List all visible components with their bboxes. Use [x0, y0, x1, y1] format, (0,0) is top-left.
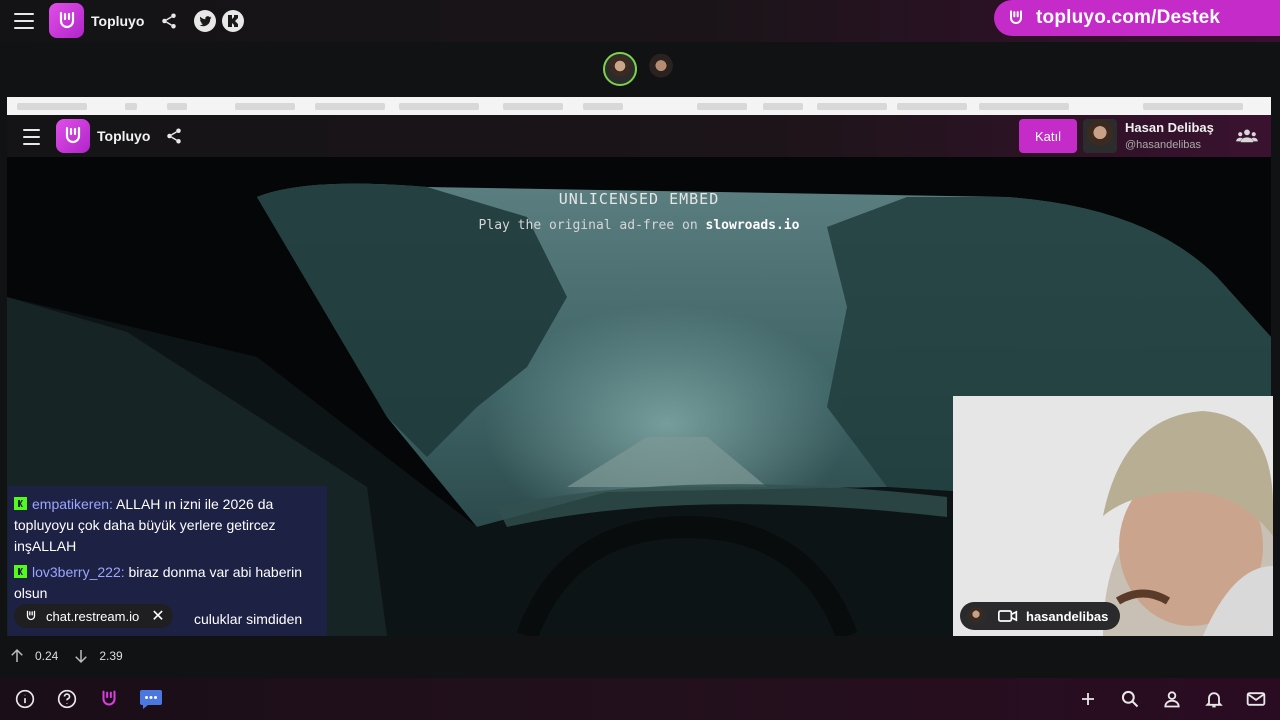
video-camera-icon	[998, 610, 1018, 622]
bandwidth-stats: 0.24 2.39	[8, 646, 123, 666]
slowroads-link[interactable]: slowroads.io	[706, 218, 800, 233]
mail-icon[interactable]	[1245, 688, 1267, 710]
webcam-username: hasandelibas	[1026, 608, 1109, 624]
destek-link-text: topluyo.com/Destek	[1036, 7, 1221, 28]
chat-message: lov3berry_222: biraz donma var abi haber…	[14, 562, 321, 604]
webcam-image	[953, 396, 1273, 636]
download-value: 2.39	[99, 649, 123, 663]
help-icon[interactable]	[56, 688, 78, 710]
kick-icon[interactable]	[222, 10, 244, 32]
participant-avatar[interactable]	[644, 52, 678, 86]
webcam-label[interactable]: hasandelibas	[960, 602, 1121, 630]
embed-title: UNLICENSED EMBED	[558, 190, 720, 208]
webcam-feed	[953, 396, 1273, 636]
embed-subtitle: Play the original ad-free on slowroads.i…	[7, 218, 1271, 233]
top-bar: Topluyo topluyo.com/Destek	[0, 0, 1280, 42]
kick-icon	[14, 565, 27, 578]
streamer-handle: @hasandelibas	[1125, 139, 1201, 151]
upload-value: 0.24	[35, 649, 59, 663]
arrow-down-icon	[75, 650, 88, 664]
restream-source: chat.restream.io	[46, 608, 140, 624]
plus-icon[interactable]	[1077, 688, 1099, 710]
bell-icon[interactable]	[1203, 688, 1225, 710]
streamer-avatar[interactable]	[1083, 119, 1117, 153]
destek-button[interactable]: topluyo.com/Destek	[994, 0, 1280, 36]
topluyo-icon[interactable]	[98, 688, 120, 710]
streamer-name: Hasan Delibaş	[1125, 120, 1214, 135]
share-icon[interactable]	[158, 10, 180, 32]
close-icon[interactable]: ✕	[151, 606, 164, 626]
chat-icon[interactable]	[139, 687, 163, 711]
arrow-up-icon	[11, 648, 23, 662]
chat-text: culuklar simdiden	[194, 611, 303, 627]
topluyo-icon	[1010, 10, 1022, 24]
topluyo-icon	[26, 610, 36, 621]
embed-topluyo-logo[interactable]	[56, 119, 90, 153]
info-icon[interactable]	[14, 688, 36, 710]
kick-icon	[14, 497, 27, 510]
embed-share-icon[interactable]	[163, 125, 185, 147]
members-icon[interactable]	[1235, 125, 1259, 147]
embed-brand-name: Topluyo	[97, 128, 151, 144]
embed-header: Topluyo Katıl Hasan Delibaş @hasandeliba…	[7, 115, 1271, 157]
webcam-avatar	[966, 607, 986, 625]
embed-subtitle-prefix: Play the original ad-free on	[478, 218, 698, 233]
brand-name: Topluyo	[91, 13, 145, 29]
embed-menu-icon[interactable]	[23, 129, 40, 145]
participants-row	[0, 52, 1280, 88]
chat-username: lov3berry_222:	[32, 564, 125, 580]
chat-message: empatikeren: ALLAH ın izni ile 2026 da t…	[14, 494, 321, 557]
join-button[interactable]: Katıl	[1019, 119, 1077, 153]
bottom-bar	[0, 678, 1280, 720]
chat-username: empatikeren:	[32, 496, 113, 512]
browser-bookmark-strip	[7, 97, 1271, 115]
topluyo-logo[interactable]	[49, 3, 84, 38]
menu-icon[interactable]	[14, 13, 34, 29]
profile-icon[interactable]	[1161, 688, 1183, 710]
participant-avatar-active[interactable]	[603, 52, 637, 86]
search-icon[interactable]	[1119, 688, 1141, 710]
restream-source-pill: chat.restream.io ✕	[14, 604, 173, 628]
twitter-icon[interactable]	[194, 10, 216, 32]
